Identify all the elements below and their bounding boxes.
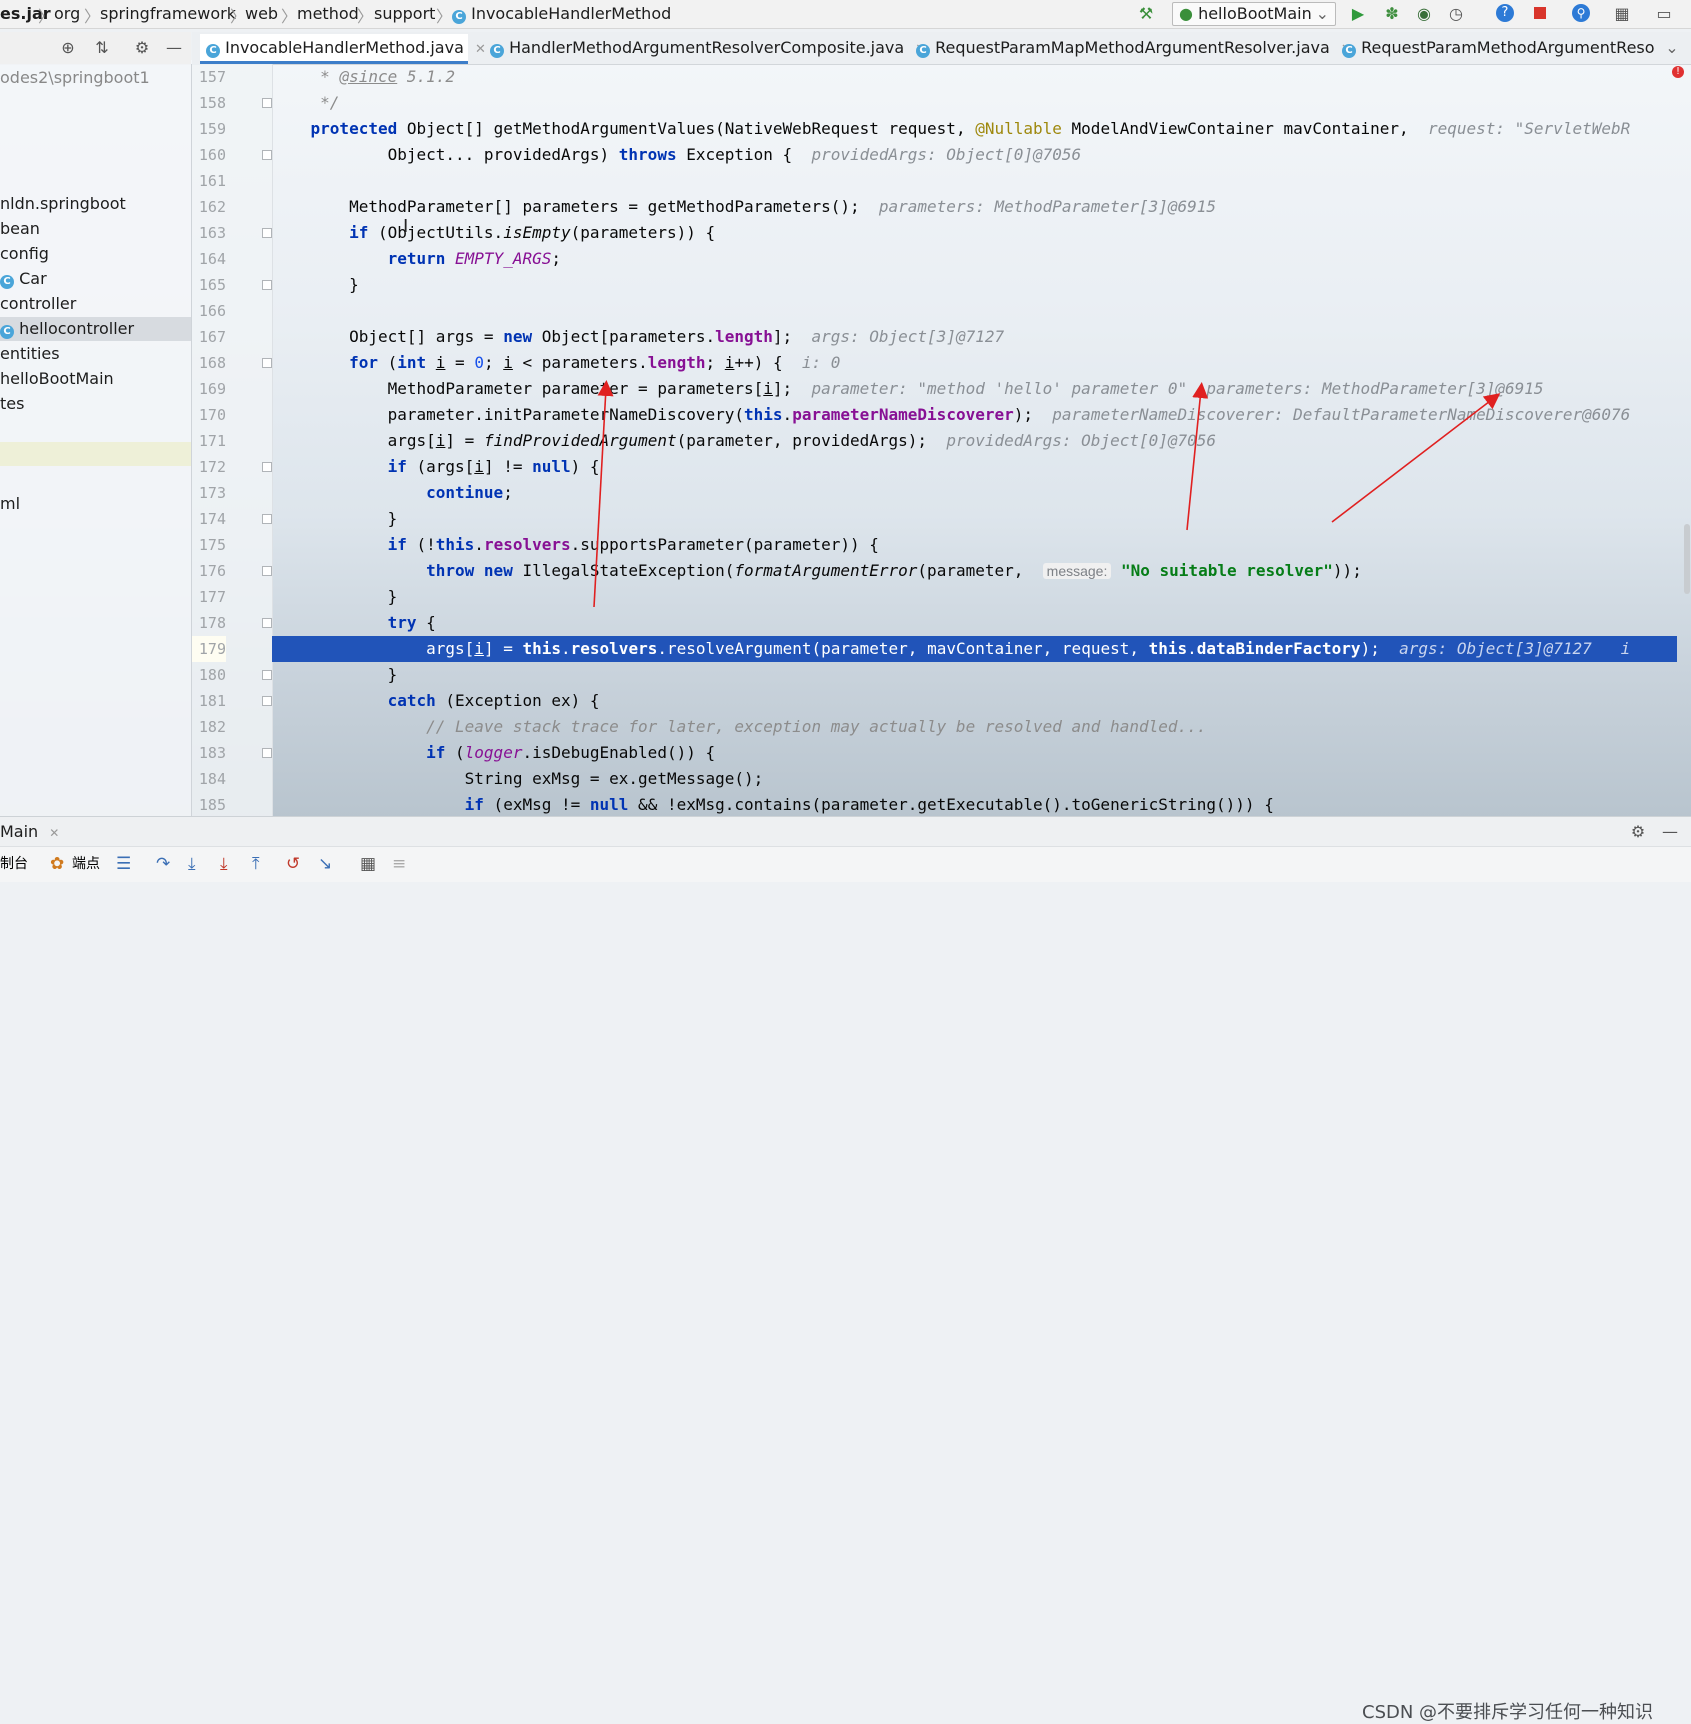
debug-tab-label: Main [0, 822, 39, 841]
annotation-arrow-parameters-hint [1331, 393, 1501, 523]
gear-icon[interactable]: ⚙ [1628, 822, 1648, 842]
minimize-icon[interactable]: — [1660, 822, 1680, 842]
step-out-icon[interactable]: ⤒ [252, 853, 260, 875]
drop-frame-icon[interactable]: ↺ [286, 853, 300, 875]
step-into-icon[interactable]: ⤓ [188, 853, 196, 875]
close-icon[interactable]: ✕ [49, 826, 59, 840]
annotation-arrow-parameter-hint [1186, 382, 1209, 531]
annotation-arrows [593, 380, 1501, 608]
threads-icon[interactable]: ☰ [116, 853, 131, 875]
console-tab[interactable]: 制台 [0, 853, 28, 875]
trace-icon[interactable]: ≡ [392, 853, 406, 875]
force-step-into-icon[interactable]: ⤓ [220, 853, 228, 875]
debug-panel-header: Main ✕ ⚙ — [0, 816, 1691, 847]
debug-toolbar: 制台 ✿ 端点 ☰ ↷ ⤓ ⤓ ⤒ ↺ ↘ ▦ ≡ CSDN @不要排斥学习任何… [0, 846, 1691, 1723]
scrollbar-thumb[interactable] [1684, 524, 1690, 594]
step-over-icon[interactable]: ↷ [156, 853, 170, 875]
debug-tab[interactable]: Main ✕ [0, 822, 59, 841]
annotation-arrow-parameter [593, 380, 614, 608]
breakpoints-tab[interactable]: 端点 [72, 853, 100, 875]
evaluate-expression-icon[interactable]: ▦ [360, 853, 376, 875]
run-to-cursor-icon[interactable]: ↘ [318, 853, 332, 875]
breakpoints-icon[interactable]: ✿ [50, 853, 64, 875]
watermark: CSDN @不要排斥学习任何一种知识 [1362, 1702, 1654, 1723]
error-icon[interactable]: ! [1672, 66, 1684, 78]
